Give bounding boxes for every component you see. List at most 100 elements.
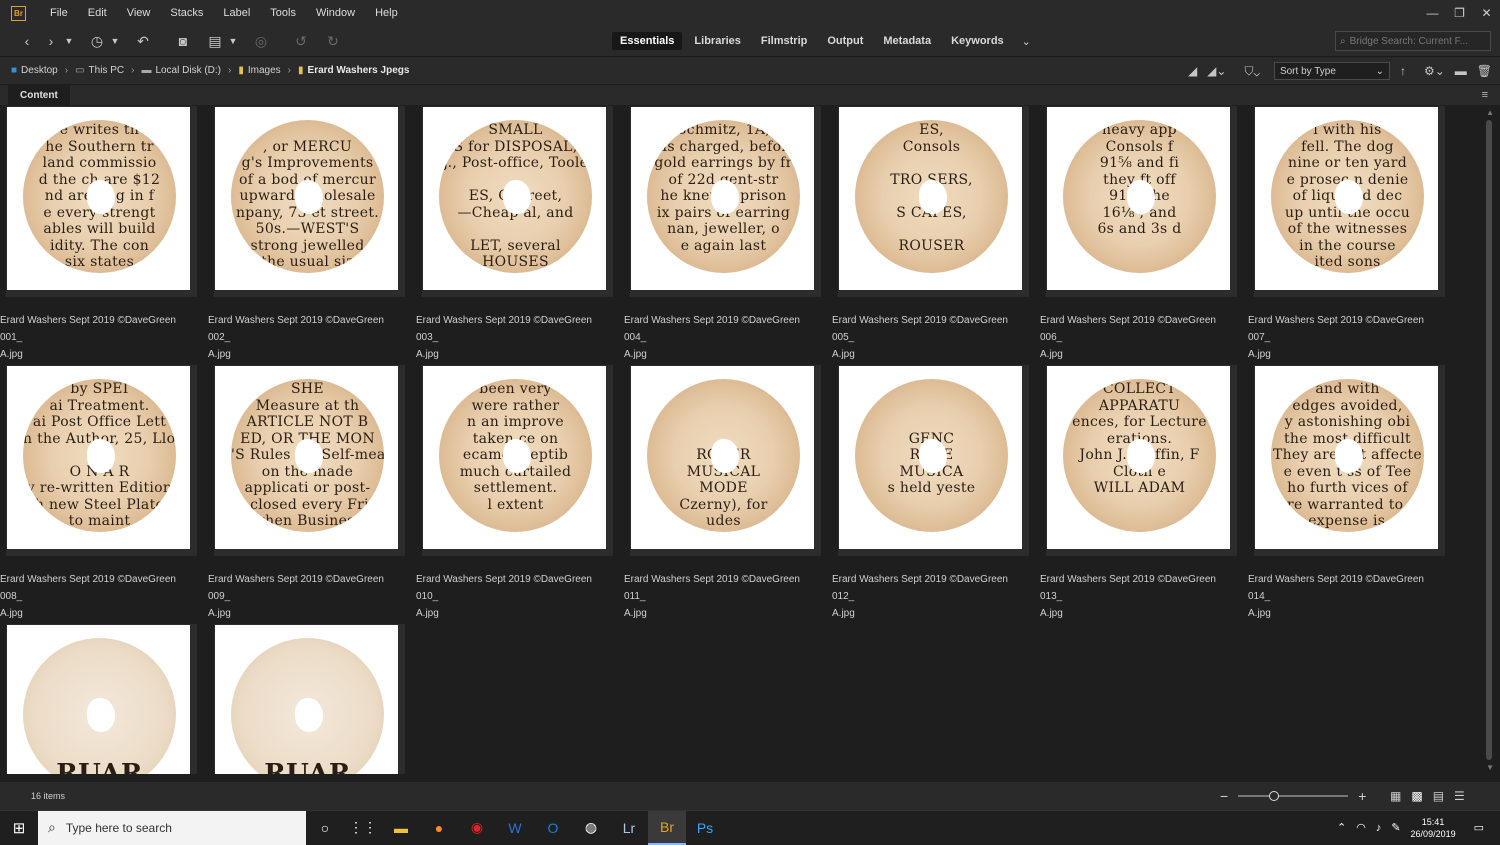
- rotate-left-icon[interactable]: ↺: [292, 33, 310, 50]
- thumbnail-image[interactable]: ES,ConsolsTRO SERS,S CAPES,ROUSER: [839, 107, 1022, 290]
- tab-content[interactable]: Content: [8, 85, 70, 105]
- outlook-icon[interactable]: O: [534, 811, 572, 845]
- chevron-right-icon[interactable]: ›: [228, 65, 231, 76]
- volume-icon[interactable]: ♪: [1376, 822, 1382, 834]
- thumbnail-frame[interactable]: SMALL S for DISPOSAL, J., Post-office, Too…: [422, 106, 613, 297]
- thumbnail-image[interactable]: SHE Measure at th ARTICLE NOT B ED, OR THE …: [215, 366, 398, 549]
- menu-window[interactable]: Window: [306, 0, 365, 26]
- back-icon[interactable]: ‹: [18, 33, 36, 49]
- firefox-icon[interactable]: ●: [420, 811, 458, 845]
- thumbnail-frame[interactable]: COLLECTAPPARATUences, for Lectureeration…: [1046, 365, 1237, 556]
- breadcrumb-local-disk[interactable]: Local Disk (D:): [155, 65, 221, 76]
- workspace-essentials[interactable]: Essentials: [612, 32, 683, 50]
- thumbnail-frame[interactable]: by SPEI ai Treatment. ai Post Office Lett n…: [6, 365, 197, 556]
- thumbnail-frame[interactable]: ES,ConsolsTRO SERS,S CAPES,ROUSER: [838, 106, 1029, 297]
- zoom-in-icon[interactable]: +: [1358, 788, 1366, 804]
- vertical-scrollbar[interactable]: ▲ ▼: [1478, 106, 1500, 774]
- camera-raw-icon[interactable]: ◎: [252, 33, 270, 50]
- word-icon[interactable]: W: [496, 811, 534, 845]
- scroll-down-icon[interactable]: ▼: [1486, 763, 1494, 772]
- thumbnail-frame[interactable]: , or MERCUg's Improvementsof a bod of me…: [214, 106, 405, 297]
- recent-icon[interactable]: ◷: [88, 33, 106, 50]
- thumbnail-item[interactable]: e writes th he Southern tr land commissio d…: [0, 106, 197, 360]
- thumbnail-filename[interactable]: Erard Washers Sept 2019 ©DaveGreen 002_ A…: [208, 312, 404, 363]
- taskbar-search-input[interactable]: ⌕ Type here to search: [38, 810, 306, 845]
- menu-file[interactable]: File: [40, 0, 78, 26]
- thumbnail-image[interactable]: neavy app Consols f 91⅝ and fi they ft off 9…: [1047, 107, 1230, 290]
- thumbnail-filename[interactable]: Erard Washers Sept 2019 ©DaveGreen 013_ A…: [1040, 571, 1236, 622]
- thumbnail-frame[interactable]: RUAR: [214, 624, 405, 774]
- timeline-icon[interactable]: ⋮⋮: [344, 811, 382, 845]
- thumbnail-filename[interactable]: Erard Washers Sept 2019 ©DaveGreen 011_ A…: [624, 571, 820, 622]
- boomerang-icon[interactable]: ↶: [134, 33, 152, 50]
- list-view-icon[interactable]: ☰: [1454, 789, 1465, 803]
- clock[interactable]: 15:41 26/09/2019: [1411, 816, 1456, 840]
- panel-menu-icon[interactable]: ≡: [1482, 89, 1488, 101]
- menu-help[interactable]: Help: [365, 0, 408, 26]
- windows-start-icon[interactable]: ⊞: [0, 819, 38, 837]
- thumbnail-item[interactable]: SHE Measure at th ARTICLE NOT B ED, OR THE …: [208, 365, 405, 619]
- thumbnail-image[interactable]: ROBERMUSICALMODECzerny), forudes: [631, 366, 814, 549]
- thumbnail-item[interactable]: SMALL S for DISPOSAL, J., Post-office, Too…: [416, 106, 613, 360]
- rating-filter-icon[interactable]: ◢⌄: [1207, 64, 1226, 78]
- forward-icon[interactable]: ›: [42, 33, 60, 49]
- thumbnail-image[interactable]: l with his fell. The dog nine or ten yard e…: [1255, 107, 1438, 290]
- workspace-metadata[interactable]: Metadata: [875, 32, 939, 50]
- zoom-slider[interactable]: [1238, 791, 1349, 801]
- workspace-keywords[interactable]: Keywords: [943, 32, 1012, 50]
- thumbnail-filename[interactable]: Erard Washers Sept 2019 ©DaveGreen 004_ A…: [624, 312, 820, 363]
- sort-select[interactable]: Sort by Type ⌄: [1273, 62, 1390, 80]
- thumbnail-item[interactable]: ES,ConsolsTRO SERS,S CAPES,ROUSERErard W…: [832, 106, 1029, 360]
- menu-tools[interactable]: Tools: [260, 0, 306, 26]
- thumbnail-view-icon[interactable]: ▩: [1411, 789, 1422, 803]
- thumbnail-item[interactable]: ROBERMUSICALMODECzerny), forudes Erard Wa…: [624, 365, 821, 619]
- scroll-up-icon[interactable]: ▲: [1486, 108, 1494, 117]
- breadcrumb-desktop[interactable]: Desktop: [21, 65, 58, 76]
- thumbnail-image[interactable]: RUAR: [7, 625, 190, 774]
- thumbnail-frame[interactable]: SHE Measure at th ARTICLE NOT B ED, OR THE …: [214, 365, 405, 556]
- breadcrumb-this-pc[interactable]: This PC: [89, 65, 125, 76]
- thumbnail-filename[interactable]: Erard Washers Sept 2019 ©DaveGreen 008_ A…: [0, 571, 196, 622]
- menu-edit[interactable]: Edit: [78, 0, 117, 26]
- acrobat-icon[interactable]: ◉: [458, 811, 496, 845]
- thumbnail-frame[interactable]: l with his fell. The dog nine or ten yard e…: [1254, 106, 1445, 297]
- thumbnail-frame[interactable]: and with edges avoided, y astonishing obi t…: [1254, 365, 1445, 556]
- thumbnail-frame[interactable]: been very were rather n an improve taken ce…: [422, 365, 613, 556]
- photoshop-icon[interactable]: Ps: [686, 811, 724, 845]
- task-view-icon[interactable]: ○: [306, 811, 344, 845]
- thumbnail-filename[interactable]: Erard Washers Sept 2019 ©DaveGreen 001_ A…: [0, 312, 196, 363]
- workspace-filmstrip[interactable]: Filmstrip: [753, 32, 815, 50]
- thumbnail-frame[interactable]: GENCROBEMUSICAs held yeste: [838, 365, 1029, 556]
- thumbnail-image[interactable]: Schmitz, 1A, as charged, befor gold earrin…: [631, 107, 814, 290]
- thumbnail-filename[interactable]: Erard Washers Sept 2019 ©DaveGreen 003_ A…: [416, 312, 612, 363]
- minimize-icon[interactable]: —: [1419, 6, 1446, 20]
- thumbnail-item[interactable]: , or MERCUg's Improvementsof a bod of me…: [208, 106, 405, 360]
- workspace-libraries[interactable]: Libraries: [686, 32, 748, 50]
- refine-icon[interactable]: ▤: [206, 33, 224, 50]
- bridge-search-input[interactable]: ⌕ Bridge Search: Current F...: [1335, 31, 1491, 51]
- open-recent-icon[interactable]: ⚙⌄: [1424, 64, 1445, 78]
- pen-icon[interactable]: ✎: [1391, 821, 1400, 834]
- thumbnail-filename[interactable]: Erard Washers Sept 2019 ©DaveGreen 006_ A…: [1040, 312, 1236, 363]
- menu-stacks[interactable]: Stacks: [160, 0, 213, 26]
- thumbnail-frame[interactable]: e writes th he Southern tr land commissio d…: [6, 106, 197, 297]
- thumbnail-image[interactable]: by SPEI ai Treatment. ai Post Office Lett n…: [7, 366, 190, 549]
- thumbnail-image[interactable]: RUAR: [215, 625, 398, 774]
- thumbnail-item[interactable]: Schmitz, 1A, as charged, befor gold earrin…: [624, 106, 821, 360]
- zoom-out-icon[interactable]: −: [1220, 788, 1228, 804]
- thumbnail-image[interactable]: SMALL S for DISPOSAL, J., Post-office, Too…: [423, 107, 606, 290]
- thumbnail-item[interactable]: RUAR: [208, 624, 405, 774]
- thumbnail-item[interactable]: RUAR: [0, 624, 197, 774]
- filter-icon[interactable]: ⛉⌄: [1244, 64, 1259, 79]
- menu-label[interactable]: Label: [213, 0, 260, 26]
- new-folder-icon[interactable]: ▬: [1455, 64, 1467, 78]
- thumbnail-item[interactable]: by SPEI ai Treatment. ai Post Office Lett n…: [0, 365, 197, 619]
- thumbnail-filename[interactable]: Erard Washers Sept 2019 ©DaveGreen 012_ A…: [832, 571, 1028, 622]
- bridge-icon[interactable]: Br: [648, 810, 686, 845]
- chevron-right-icon[interactable]: ›: [65, 65, 68, 76]
- thumbnail-item[interactable]: COLLECTAPPARATUences, for Lectureeration…: [1040, 365, 1237, 619]
- chevron-down-icon[interactable]: ▼: [110, 36, 120, 46]
- thumbnail-image[interactable]: , or MERCUg's Improvementsof a bod of me…: [215, 107, 398, 290]
- thumbnail-filename[interactable]: Erard Washers Sept 2019 ©DaveGreen 014_ A…: [1248, 571, 1444, 622]
- thumbnail-image[interactable]: GENCROBEMUSICAs held yeste: [839, 366, 1022, 549]
